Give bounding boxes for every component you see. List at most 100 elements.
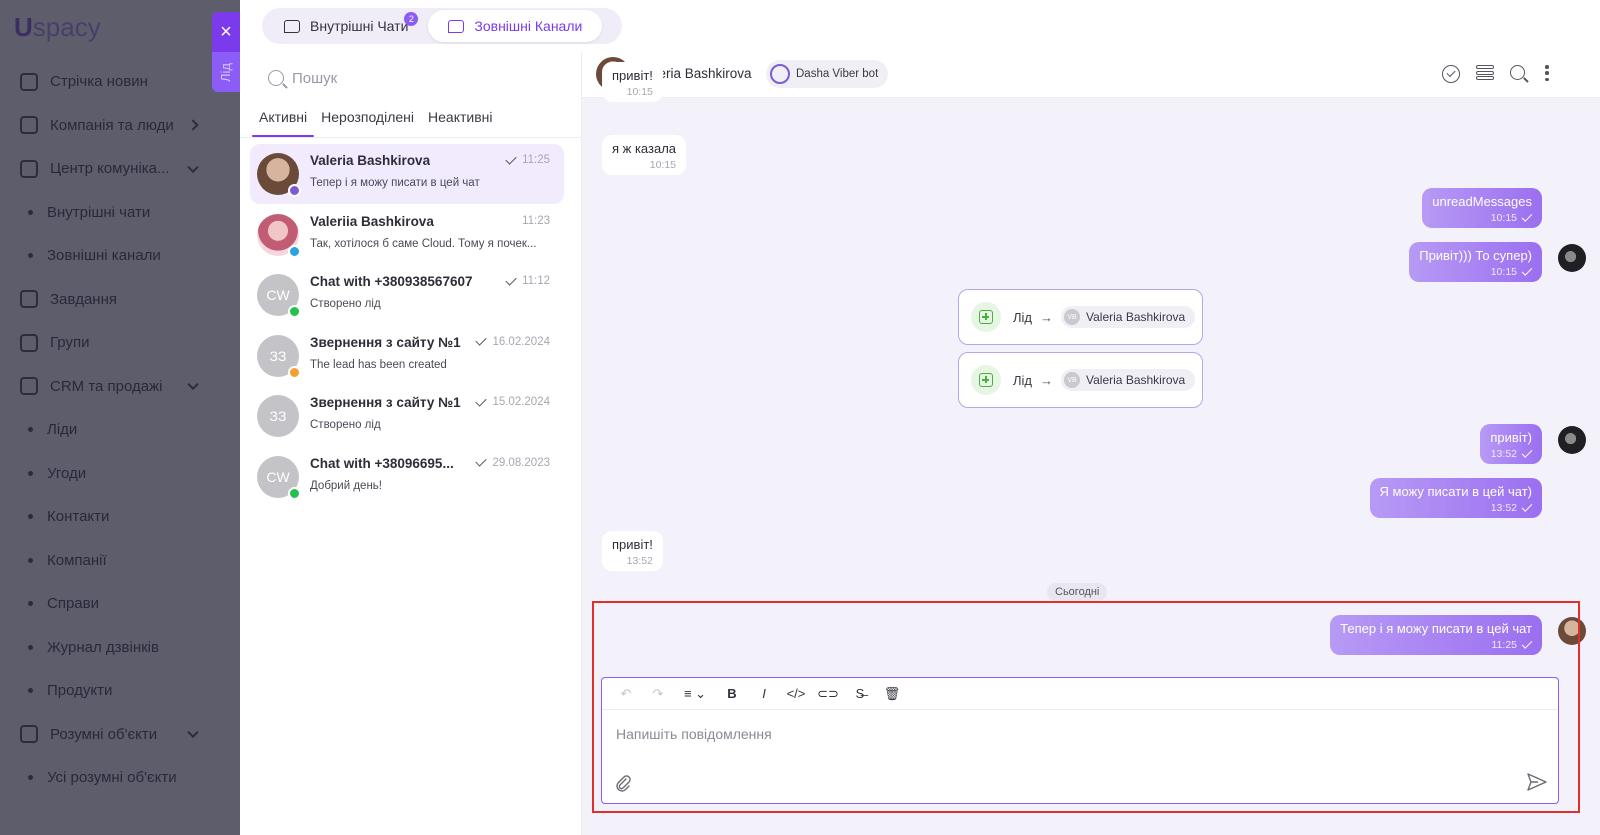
search-icon[interactable]	[1510, 65, 1525, 80]
undo-icon[interactable]: ↶	[612, 682, 640, 706]
lead-event-card[interactable]: Лід → VB Valeria Bashkirova	[958, 289, 1203, 345]
close-panel-button[interactable]: ×	[212, 12, 240, 52]
chat-preview: Добрий день!	[310, 479, 382, 492]
avatar: ЗЗ	[257, 334, 301, 379]
redo-icon[interactable]: ↷	[644, 682, 672, 706]
contact-chip[interactable]: VB Valeria Bashkirova	[1061, 369, 1196, 391]
chat-list-item[interactable]: ЗЗ Звернення з сайту №1 15.02.2024 Створено…	[250, 386, 564, 446]
message-time: 13:52	[626, 555, 653, 567]
chat-time: 11:25	[505, 152, 550, 166]
chat-time: 16.02.2024	[475, 334, 550, 348]
sender-avatar	[1558, 617, 1586, 645]
lead-event-card[interactable]: Лід → VB Valeria Bashkirova	[958, 352, 1203, 408]
chat-time: 29.08.2023	[475, 455, 550, 469]
message-time: 10:15	[649, 159, 677, 171]
align-icon[interactable]: ≡ ⌄	[676, 682, 714, 706]
chat-list-item[interactable]: Valeria Bashkirova 11:25 Тепер і я можу пи…	[250, 144, 564, 204]
message-time: 10:15	[1419, 265, 1533, 278]
contact-chip[interactable]: VB Valeria Bashkirova	[1061, 306, 1196, 328]
avatar	[257, 213, 301, 258]
bot-badge[interactable]: Dasha Viber bot	[766, 60, 889, 88]
delivered-check-icon	[1521, 265, 1533, 276]
more-vertical-icon[interactable]	[1544, 65, 1550, 81]
search-icon	[268, 70, 284, 86]
chat-list-item[interactable]: CW Chat with +38096695... 29.08.2023 Добрий…	[250, 447, 564, 507]
conversation-header: Valeria Bashkirova Dasha Viber bot	[582, 52, 1600, 98]
read-check-icon	[475, 334, 488, 346]
message-time: 10:15	[1432, 211, 1533, 224]
read-check-icon	[505, 152, 517, 165]
read-check-icon	[505, 273, 517, 286]
message-composer: ↶ ↷ ≡ ⌄ B I </> ⊂⊃ S̶ 🗑	[601, 677, 1559, 804]
chat-time: 11:12	[505, 273, 550, 287]
tab-unassigned[interactable]: Нерозподілені	[314, 107, 421, 137]
message-input[interactable]	[616, 726, 1516, 742]
link-icon[interactable]: ⊂⊃	[814, 682, 842, 706]
dim-overlay	[0, 0, 240, 835]
message-time: 10:15	[626, 86, 653, 98]
tab-internal-chats[interactable]: Внутрішні Чати 2	[264, 10, 428, 42]
lead-vertical-tab[interactable]: Лід	[212, 52, 240, 92]
close-icon: ×	[220, 20, 232, 43]
chat-list-item[interactable]: ЗЗ Звернення з сайту №1 16.02.2024 The lead…	[250, 326, 564, 386]
chat-time: 11:23	[522, 214, 550, 227]
read-check-icon	[475, 455, 488, 467]
avatar: ЗЗ	[257, 395, 299, 437]
chat-list-item[interactable]: Valeriia Bashkirova 11:23 Так, хотілося б …	[250, 205, 564, 265]
whatsapp-icon	[288, 305, 301, 318]
chat-preview: Тепер і я можу писати в цей чат	[310, 177, 480, 189]
chat-preview: Створено лід	[310, 298, 381, 310]
add-square-icon	[971, 302, 1001, 332]
incoming-message[interactable]: привіт! 10:15	[602, 62, 663, 102]
chat-preview: The lead has been created	[310, 358, 447, 371]
delivered-check-icon	[1521, 501, 1533, 512]
site-icon	[288, 365, 301, 379]
incoming-message[interactable]: привіт! 13:52	[602, 531, 663, 571]
whatsapp-icon	[288, 486, 301, 500]
read-check-icon	[475, 394, 488, 407]
search-box[interactable]	[254, 60, 564, 96]
sender-avatar	[1558, 244, 1586, 272]
telegram-icon	[288, 244, 301, 258]
outgoing-message[interactable]: привіт) 13:52	[1480, 424, 1542, 464]
chat-bubble-icon	[284, 19, 300, 33]
channels-icon	[448, 19, 465, 33]
chat-panel: Внутрішні Чати 2 Зовнішні Канали Активні…	[240, 0, 1600, 835]
attach-icon[interactable]	[614, 774, 632, 792]
chat-time: 15.02.2024	[475, 394, 550, 408]
chat-name: Звернення з сайту №1	[310, 395, 461, 410]
outgoing-message[interactable]: Тепер і я можу писати в цей чат 11:25	[1330, 615, 1542, 655]
arrow-right-icon: →	[1040, 309, 1054, 325]
outgoing-message[interactable]: unreadMessages 10:15	[1422, 188, 1542, 228]
tab-inactive[interactable]: Неактивні	[421, 107, 499, 137]
strikethrough-icon[interactable]: S̶	[846, 682, 874, 706]
date-separator: Сьогодні	[1047, 583, 1108, 601]
tab-external-channels[interactable]: Зовнішні Канали	[428, 10, 603, 42]
divider	[240, 137, 582, 138]
incoming-message[interactable]: я ж казала 10:15	[602, 135, 687, 175]
bold-icon[interactable]: B	[718, 682, 746, 706]
message-time: 13:52	[1380, 501, 1533, 514]
chat-list-item[interactable]: CW Chat with +380938567607 11:12 Створено л…	[250, 265, 564, 325]
code-icon[interactable]: </>	[782, 682, 810, 706]
database-icon[interactable]	[1476, 65, 1494, 83]
chat-preview: Створено лід	[310, 419, 381, 431]
send-icon[interactable]	[1526, 772, 1548, 792]
delivered-check-icon	[1521, 211, 1533, 222]
outgoing-message[interactable]: Привіт))) То супер) 10:15	[1409, 242, 1542, 282]
conversation-area: Valeria Bashkirova Dasha Viber bot приві…	[582, 52, 1600, 835]
chat-list-column: Активні Нерозподілені Неактивні Valeria …	[240, 52, 582, 835]
trash-icon[interactable]: 🗑	[878, 682, 906, 706]
message-time: 11:25	[1340, 638, 1533, 651]
top-tabs: Внутрішні Чати 2 Зовнішні Канали	[262, 8, 622, 44]
avatar: CW	[257, 274, 301, 318]
viber-icon	[770, 64, 790, 84]
check-circle-icon[interactable]	[1442, 65, 1460, 83]
italic-icon[interactable]: I	[750, 682, 778, 706]
avatar: CW	[257, 455, 301, 500]
tab-active[interactable]: Активні	[252, 107, 315, 137]
outgoing-message[interactable]: Я можу писати в цей чат) 13:52	[1369, 478, 1542, 518]
arrow-right-icon: →	[1040, 372, 1054, 388]
sender-avatar	[1558, 426, 1586, 454]
search-input[interactable]	[292, 69, 552, 87]
